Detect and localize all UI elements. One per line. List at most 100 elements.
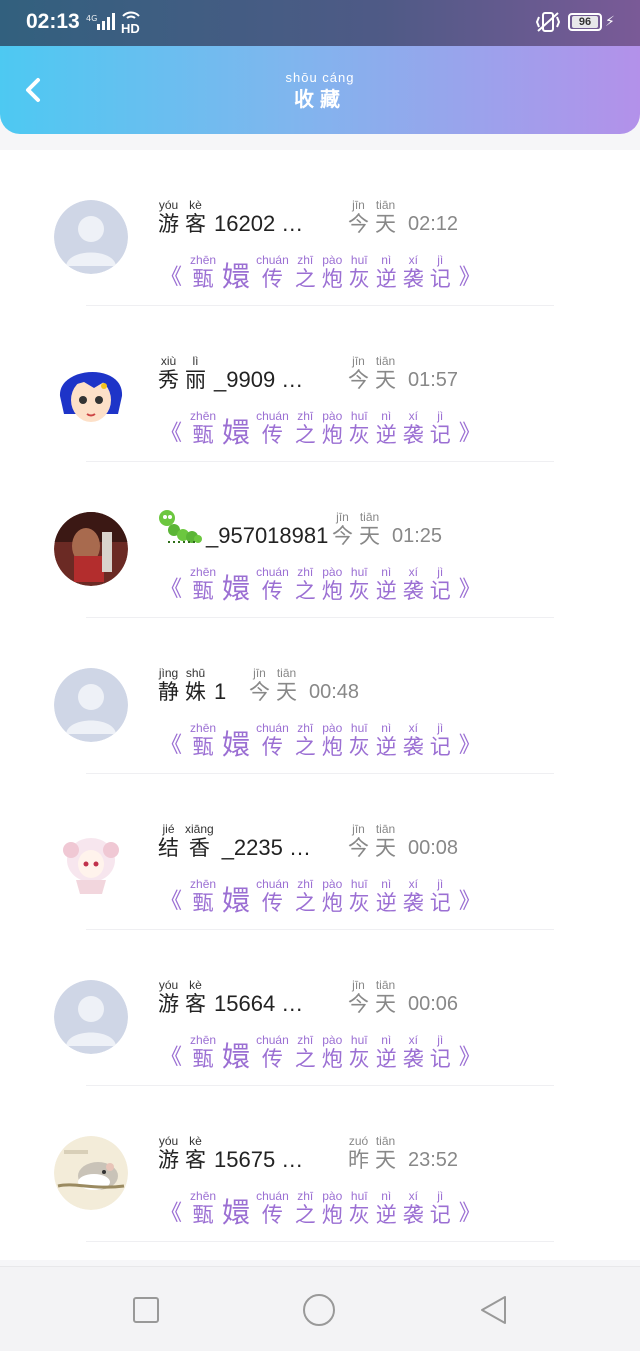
day-char-text: 天 — [375, 212, 396, 236]
title-char: 嬛 — [222, 249, 250, 291]
title-char: zhēn 甄 — [190, 253, 216, 291]
title-char-pinyin: jì — [437, 877, 444, 891]
title-char-pinyin: zhēn — [190, 1033, 217, 1047]
title-char: xí 袭 — [403, 877, 424, 915]
avatar[interactable] — [54, 200, 128, 274]
title-char-pinyin: zhēn — [190, 409, 217, 423]
day-char-pinyin: jīn — [352, 978, 365, 992]
avatar[interactable] — [54, 1136, 128, 1210]
user-name-suffix: _2235 … — [221, 835, 311, 860]
name-char: jié 结 — [158, 822, 179, 860]
title-char: zhēn 甄 — [190, 1189, 216, 1227]
story-title[interactable]: 《 zhēn 甄嬛 chuán 传 zhī 之 pào 炮 huī 灰 nì 逆 xí 袭 jì 记》 — [160, 401, 481, 447]
name-char: kè 客 — [185, 198, 206, 236]
name-char-text: 游 — [158, 992, 179, 1016]
photo-avatar — [54, 512, 128, 586]
title-char: 嬛 — [222, 873, 250, 915]
day-char-pinyin: tiān — [375, 822, 396, 836]
name-char-text: 游 — [158, 1148, 179, 1172]
list-item[interactable]: _957018981 jīn 今 tiān 天 01:25 《 zhēn 甄嬛 chuán 传 zhī… — [0, 462, 640, 618]
title-char-pinyin: pào — [322, 721, 343, 735]
title-char-text: 记 — [429, 267, 451, 291]
story-title[interactable]: 《 zhēn 甄嬛 chuán 传 zhī 之 pào 炮 huī 灰 nì 逆 xí 袭 jì 记》 — [160, 245, 481, 291]
list-item[interactable]: jìng 静 shū 姝 1 jīn 今 tiān 天 00:48 《 zhēn 甄嬛 chuán 传 zhī… — [0, 618, 640, 774]
timestamp: jīn 今 tiān 天 01:25 — [332, 502, 442, 548]
user-name: _957018981 — [158, 502, 328, 548]
story-title[interactable]: 《 zhēn 甄嬛 chuán 传 zhī 之 pào 炮 huī 灰 nì 逆 xí 袭 jì 记》 — [160, 557, 481, 603]
avatar[interactable] — [54, 824, 128, 898]
title-char-pinyin: huī — [350, 877, 368, 891]
name-char-text: 客 — [185, 212, 206, 236]
time-value: 01:25 — [392, 525, 443, 547]
title-char-text: 甄 — [192, 891, 214, 915]
battery-icon: 96 — [568, 13, 602, 31]
title-char: zhēn 甄 — [190, 565, 216, 603]
avatar[interactable] — [54, 512, 128, 586]
avatar[interactable] — [54, 356, 128, 430]
title-char: zhī 之 — [295, 565, 316, 603]
title-char-text: 灰 — [348, 1047, 370, 1071]
back-icon[interactable] — [476, 1293, 510, 1327]
list-item[interactable]: jié 结 xiāng 香 _2235 … jīn 今 tiān 天 00:08 《 zhēn 甄嬛 ch… — [0, 774, 640, 930]
default-avatar — [54, 980, 128, 1054]
story-title[interactable]: 《 zhēn 甄嬛 chuán 传 zhī 之 pào 炮 huī 灰 nì 逆 xí 袭 jì 记》 — [160, 1025, 481, 1071]
list-item[interactable]: yóu 游 kè 客 15675 … zuó 昨 tiān 天 23:52 《 zhēn 甄嬛 chuán… — [0, 1086, 640, 1242]
avatar[interactable] — [54, 980, 128, 1054]
title-char: nì 逆 — [376, 721, 397, 759]
title-char-text: 传 — [261, 891, 283, 915]
timestamp: jīn 今 tiān 天 00:08 — [348, 814, 458, 860]
recent-apps-icon[interactable] — [129, 1293, 163, 1327]
page-header: shōu cáng 收藏 — [0, 46, 640, 134]
vibrate-icon — [535, 12, 561, 32]
time-value: 00:06 — [408, 993, 459, 1015]
default-avatar — [54, 668, 128, 742]
list-item[interactable]: yóu 游 kè 客 15664 … jīn 今 tiān 天 00:06 《 zhēn 甄嬛 chuán… — [0, 930, 640, 1086]
title-char-text: 逆 — [375, 423, 397, 447]
story-title[interactable]: 《 zhēn 甄嬛 chuán 传 zhī 之 pào 炮 huī 灰 nì 逆 xí 袭 jì 记》 — [160, 869, 481, 915]
list-item[interactable]: yóu 游 kè 客 16202 … jīn 今 tiān 天 02:12 《 zhēn 甄嬛 chuán… — [0, 150, 640, 306]
title-char: pào 炮 — [322, 1033, 343, 1071]
story-title[interactable]: 《 zhēn 甄嬛 chuán 传 zhī 之 pào 炮 huī 灰 nì 逆 xí 袭 jì 记》 — [160, 713, 481, 759]
day-char-text: 昨 — [348, 1148, 369, 1172]
name-char-pinyin: kè — [189, 978, 202, 992]
page-title-text: 收藏 — [294, 87, 346, 111]
avatar[interactable] — [54, 668, 128, 742]
list-item[interactable]: xiù 秀 lì 丽 _9909 … jīn 今 tiān 天 01:57 《 zhēn 甄嬛 chuán… — [0, 306, 640, 462]
title-char-pinyin: xí — [408, 409, 418, 423]
title-char: chuán 传 — [256, 877, 289, 915]
title-char-text: 灰 — [348, 423, 370, 447]
title-char-pinyin: zhēn — [190, 721, 217, 735]
hamster-avatar — [54, 1136, 128, 1210]
title-char-text: 嬛 — [222, 1040, 251, 1073]
story-title[interactable]: 《 zhēn 甄嬛 chuán 传 zhī 之 pào 炮 huī 灰 nì 逆 xí 袭 jì 记》 — [160, 1181, 481, 1227]
title-char-pinyin: zhēn — [190, 877, 217, 891]
day-char-pinyin: tiān — [375, 978, 396, 992]
page-title: shōu cáng 收藏 — [0, 70, 640, 112]
title-char-text: 之 — [294, 735, 316, 759]
home-icon[interactable] — [302, 1293, 336, 1327]
title-char: xí 袭 — [403, 253, 424, 291]
title-char: jì 记 — [430, 409, 451, 447]
title-char-text: 灰 — [348, 267, 370, 291]
time-value: 23:52 — [408, 1149, 459, 1171]
title-char-pinyin: xí — [408, 1189, 418, 1203]
name-char-pinyin: xiāng — [185, 822, 214, 836]
timestamp: jīn 今 tiān 天 01:57 — [348, 346, 458, 392]
title-left-bracket: 《 — [160, 1201, 183, 1226]
title-char-text: 炮 — [321, 423, 343, 447]
title-char-pinyin: chuán — [256, 253, 289, 267]
title-left-bracket: 《 — [160, 265, 183, 290]
default-avatar — [54, 200, 128, 274]
day-char-pinyin: jīn — [253, 666, 266, 680]
day-char: jīn 今 — [348, 822, 369, 860]
title-char-pinyin: huī — [350, 721, 368, 735]
day-char: jīn 今 — [348, 198, 369, 236]
anime-blue-hair-avatar — [54, 356, 128, 430]
title-left-bracket: 《 — [160, 421, 183, 446]
title-char-pinyin: jì — [437, 565, 444, 579]
title-char-pinyin: zhī — [297, 409, 314, 423]
title-char-text: 灰 — [348, 735, 370, 759]
day-char-text: 天 — [375, 368, 396, 392]
name-char-text: 秀 — [158, 368, 179, 392]
title-char: chuán 传 — [256, 409, 289, 447]
